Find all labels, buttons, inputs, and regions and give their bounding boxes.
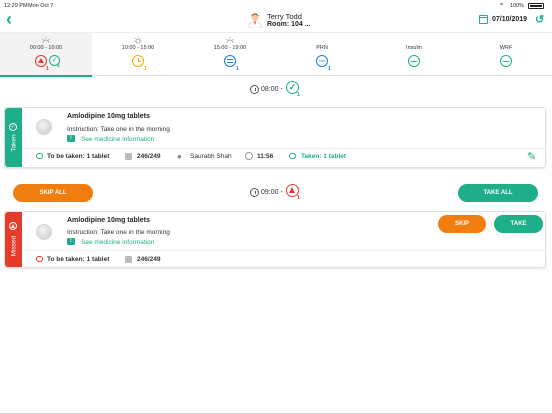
battery-level: 100%: [510, 3, 525, 9]
prn-count: 1: [328, 66, 331, 72]
stock-count: 246/249: [137, 256, 161, 263]
time-slot-tabs: 00:00 - 10:00 1 ✓ 1 10:00 - 15:00 1 15:0…: [0, 32, 552, 77]
status-strip-missed: Missed: [5, 212, 22, 267]
wifi-icon: ≈: [500, 2, 504, 8]
see-medicine-info-link[interactable]: See medicine information: [81, 239, 154, 246]
alarm-clock-icon: [250, 188, 259, 197]
alert-circle-icon: [9, 222, 17, 230]
check-circle-icon: ✓: [9, 123, 17, 131]
instruction-text: Instruction: Take one in the morning: [67, 126, 170, 133]
stock-count: 246/249: [137, 153, 161, 160]
to-be-taken-text: To be taken: 1 tablet: [47, 153, 110, 160]
dose-icon: [289, 153, 296, 159]
medication-card-taken: ✓ Taken Amlodipine 10mg tablets Instruct…: [4, 107, 546, 168]
medicine-name: Amlodipine 10mg tablets: [67, 217, 150, 224]
pill-image: [36, 224, 52, 240]
clock-icon: [245, 152, 253, 160]
administered-by: Saurabh Shah: [190, 153, 232, 160]
alarm-clock-icon: [250, 85, 259, 94]
divider: [22, 250, 545, 251]
slot-time: 08:00 -: [261, 86, 283, 93]
status-strip-taken: ✓ Taken: [5, 108, 22, 167]
back-chevron-icon[interactable]: ‹: [6, 9, 12, 29]
sun-icon: [134, 36, 142, 44]
scheduled-count: 1: [236, 66, 239, 72]
sunrise-icon: [42, 37, 50, 44]
slot-count: 1: [297, 92, 300, 98]
take-all-button[interactable]: TAKE ALL: [458, 184, 538, 202]
pill-image: [36, 119, 52, 135]
tab-label: 00:00 - 10:00: [29, 45, 63, 51]
skip-all-button[interactable]: SKIP ALL: [13, 184, 93, 202]
taken-amount: Taken: 1 tablet: [301, 153, 347, 160]
info-icon: !: [67, 135, 75, 142]
insulin-icon: [408, 55, 420, 67]
tab-00-10[interactable]: 00:00 - 10:00 1 ✓ 1: [0, 33, 92, 77]
dose-icon: [36, 153, 43, 159]
take-button[interactable]: TAKE: [494, 215, 543, 233]
to-be-taken-text: To be taken: 1 tablet: [47, 256, 110, 263]
tab-wrf[interactable]: WRF: [460, 33, 552, 76]
slot-time: 09:00 -: [261, 189, 283, 196]
tab-label: PRN: [316, 45, 328, 51]
tab-prn[interactable]: PRN PRN 1: [276, 33, 368, 76]
tab-label: 15:00 - 19:00: [213, 45, 247, 51]
patient-avatar: [248, 13, 262, 29]
sunset-icon: [226, 37, 234, 44]
refresh-icon[interactable]: ↺: [535, 13, 544, 26]
taken-time: 11:56: [257, 153, 274, 160]
tab-label: Insulin: [406, 45, 422, 51]
clock-icon: [132, 55, 144, 67]
patient-name: Terry Todd: [267, 12, 302, 21]
instruction-text: Instruction: Take one in the morning: [67, 229, 170, 236]
edit-pencil-icon[interactable]: ✎: [527, 150, 536, 163]
status-label: Missed: [10, 235, 17, 257]
scheduled-icon: [224, 55, 236, 67]
skip-button[interactable]: SKIP: [438, 215, 486, 233]
app-header: ‹ Terry Todd Room: 104 ... 07/10/2019 ↺: [0, 9, 552, 32]
tab-label: 10:00 - 15:00: [121, 45, 155, 51]
battery-icon: [528, 3, 544, 9]
due-count: 1: [144, 66, 147, 72]
prn-icon: PRN: [316, 55, 328, 67]
wrf-icon: [500, 55, 512, 67]
user-icon: ●: [177, 152, 182, 161]
status-label: Taken: [10, 134, 17, 153]
header-date[interactable]: 07/10/2019: [492, 16, 527, 23]
stock-icon: [125, 256, 132, 263]
tab-10-15[interactable]: 10:00 - 15:00 1: [92, 33, 184, 76]
calendar-icon[interactable]: [479, 15, 488, 24]
see-medicine-info-link[interactable]: See medicine information: [81, 136, 154, 143]
info-icon: !: [67, 238, 75, 245]
status-date: Mon Oct 7: [28, 3, 54, 9]
tab-label: WRF: [499, 45, 513, 51]
taken-count: 1: [57, 63, 60, 69]
status-bar: 12:29 PM Mon Oct 7 ≈ 100%: [0, 0, 552, 10]
slot-count: 1: [297, 195, 300, 201]
tab-15-19[interactable]: 15:00 - 19:00 1: [184, 33, 276, 76]
divider: [22, 148, 545, 149]
patient-room: Room: 104 ...: [267, 21, 311, 28]
medication-card-missed: Missed Amlodipine 10mg tablets Instructi…: [4, 211, 546, 268]
tab-insulin[interactable]: Insulin: [368, 33, 460, 76]
missed-count: 1: [46, 66, 49, 72]
medicine-name: Amlodipine 10mg tablets: [67, 113, 150, 120]
stock-icon: [125, 153, 132, 160]
dose-icon: [36, 256, 43, 262]
